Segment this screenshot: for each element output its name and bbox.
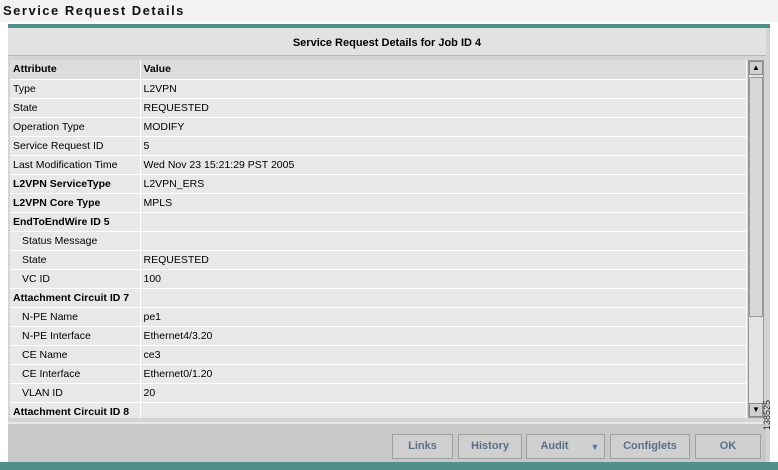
row-attribute: Attachment Circuit ID 7 — [10, 288, 141, 308]
row-attribute: N-PE Interface — [10, 326, 141, 346]
row-value — [140, 402, 747, 418]
table-row-section: EndToEndWire ID 5 — [10, 212, 747, 232]
details-table: Attribute Value Type L2VPN State REQUEST… — [10, 60, 747, 418]
row-value: Ethernet4/3.20 — [140, 326, 747, 346]
row-attribute: EndToEndWire ID 5 — [10, 212, 141, 232]
scroll-up-arrow-icon[interactable]: ▲ — [749, 61, 763, 75]
row-value: pe1 — [140, 307, 747, 327]
column-header-value: Value — [140, 60, 747, 80]
row-attribute: Operation Type — [10, 117, 141, 137]
row-value: REQUESTED — [140, 250, 747, 270]
row-value — [140, 231, 747, 251]
details-panel: Service Request Details for Job ID 4 Att… — [8, 24, 770, 462]
audit-button-label: Audit — [540, 440, 569, 452]
table-scrollbar[interactable]: ▲ ▼ — [748, 60, 764, 418]
row-value — [140, 288, 747, 308]
row-value — [140, 212, 747, 232]
table-header-row: Attribute Value — [10, 60, 747, 80]
row-value: Wed Nov 23 15:21:29 PST 2005 — [140, 155, 747, 175]
row-attribute: Attachment Circuit ID 8 — [10, 402, 141, 418]
table-row: N-PE Interface Ethernet4/3.20 — [10, 326, 747, 346]
table-row: Status Message — [10, 231, 747, 251]
row-attribute: Service Request ID — [10, 136, 141, 156]
table-row: State REQUESTED — [10, 98, 747, 118]
row-attribute: CE Interface — [10, 364, 141, 384]
row-attribute: State — [10, 98, 141, 118]
links-button[interactable]: Links — [392, 434, 453, 459]
row-value: 20 — [140, 383, 747, 403]
row-value: ce3 — [140, 345, 747, 365]
row-value: Ethernet0/1.20 — [140, 364, 747, 384]
table-row: Operation Type MODIFY — [10, 117, 747, 137]
footer-stripe — [0, 462, 778, 470]
details-table-area: Attribute Value Type L2VPN State REQUEST… — [10, 60, 747, 418]
table-row: L2VPN Core Type MPLS — [10, 193, 747, 213]
row-attribute: Type — [10, 79, 141, 99]
table-row: L2VPN ServiceType L2VPN_ERS — [10, 174, 747, 194]
button-bar: Links History Audit ▼ Configlets OK — [8, 422, 766, 462]
table-row: CE Interface Ethernet0/1.20 — [10, 364, 747, 384]
row-attribute: Last Modification Time — [10, 155, 141, 175]
table-row: Last Modification Time Wed Nov 23 15:21:… — [10, 155, 747, 175]
table-row: VLAN ID 20 — [10, 383, 747, 403]
ok-button[interactable]: OK — [695, 434, 761, 459]
row-value: L2VPN — [140, 79, 747, 99]
row-attribute: CE Name — [10, 345, 141, 365]
row-value: 100 — [140, 269, 747, 289]
row-attribute: L2VPN ServiceType — [10, 174, 141, 194]
table-row: VC ID 100 — [10, 269, 747, 289]
row-attribute: VLAN ID — [10, 383, 141, 403]
scrollbar-thumb[interactable] — [749, 77, 763, 317]
table-row-section: Attachment Circuit ID 7 — [10, 288, 747, 308]
table-row: State REQUESTED — [10, 250, 747, 270]
table-row: Type L2VPN — [10, 79, 747, 99]
figure-id: 138525 — [762, 399, 772, 430]
row-attribute: State — [10, 250, 141, 270]
row-value: MODIFY — [140, 117, 747, 137]
configlets-button[interactable]: Configlets — [610, 434, 690, 459]
panel-caption: Service Request Details for Job ID 4 — [8, 28, 766, 56]
row-attribute: L2VPN Core Type — [10, 193, 141, 213]
audit-button[interactable]: Audit ▼ — [526, 434, 605, 459]
row-value: 5 — [140, 136, 747, 156]
table-row: N-PE Name pe1 — [10, 307, 747, 327]
row-attribute: N-PE Name — [10, 307, 141, 327]
row-attribute: Status Message — [10, 231, 141, 251]
row-value: REQUESTED — [140, 98, 747, 118]
table-row: CE Name ce3 — [10, 345, 747, 365]
table-row: Service Request ID 5 — [10, 136, 747, 156]
history-button[interactable]: History — [458, 434, 522, 459]
row-value: L2VPN_ERS — [140, 174, 747, 194]
table-row-section: Attachment Circuit ID 8 — [10, 402, 747, 418]
column-header-attribute: Attribute — [10, 60, 141, 80]
window-title: Service Request Details — [0, 0, 778, 22]
row-value: MPLS — [140, 193, 747, 213]
scroll-down-arrow-icon[interactable]: ▼ — [749, 403, 763, 417]
row-attribute: VC ID — [10, 269, 141, 289]
dropdown-arrow-icon[interactable]: ▼ — [586, 435, 604, 458]
